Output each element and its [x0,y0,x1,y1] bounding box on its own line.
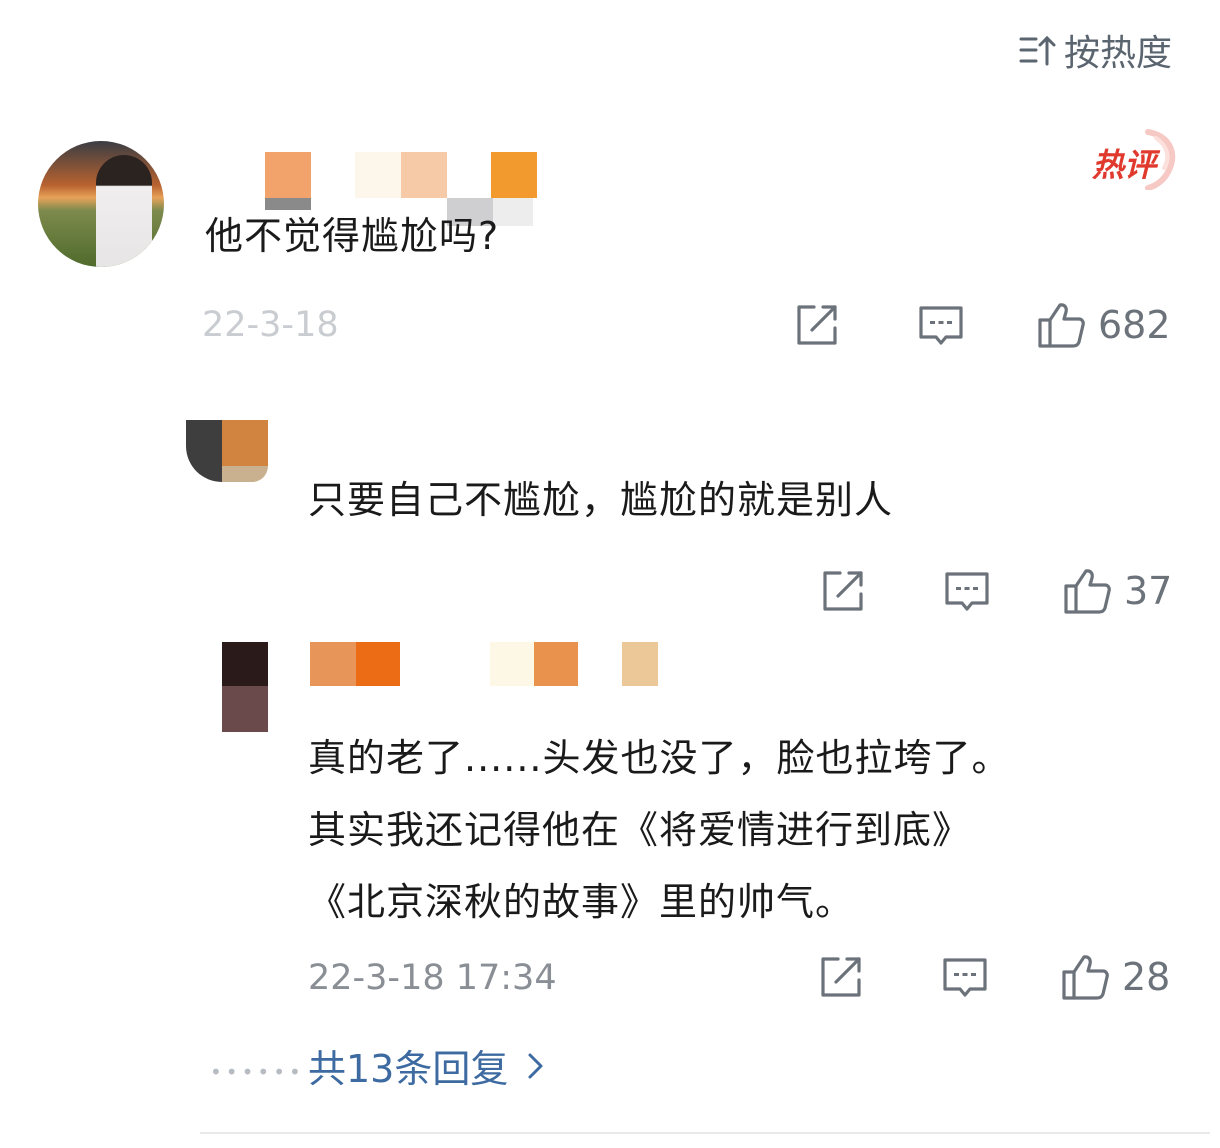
reply-time: 22-3-18 17:34 [308,958,557,998]
share-icon [821,957,861,997]
avatar[interactable] [38,141,164,267]
reply-avatar[interactable] [186,420,268,482]
username-redacted[interactable] [310,642,670,692]
reply-avatar[interactable] [222,642,268,732]
share-button[interactable] [790,300,844,350]
sort-icon [1019,35,1056,66]
thread-dots: •••••• [210,1060,305,1084]
reply-text-line: 其实我还记得他在《将爱情进行到底》 [308,808,972,852]
hot-comment-badge: 热评 [1091,129,1176,190]
reply-button[interactable] [940,566,994,616]
more-replies-label: 共13条回复 [308,1047,509,1091]
like-count: 37 [1124,569,1173,613]
share-icon [823,571,863,611]
reply-actions: 37 [816,566,1172,616]
hot-badge-label: 热评 [1091,146,1161,184]
share-button[interactable] [816,566,870,616]
sort-label: 按热度 [1064,33,1173,74]
divider [200,1132,1210,1134]
reply-button[interactable] [914,300,968,350]
like-count: 682 [1098,303,1171,347]
like-count: 28 [1122,955,1171,999]
share-button[interactable] [814,952,868,1002]
comment-time: 22-3-18 [202,305,339,345]
view-more-replies-link[interactable]: 共13条回复 [308,1038,546,1093]
reply-button[interactable] [938,952,992,1002]
like-button[interactable]: 28 [1060,952,1170,1002]
like-button[interactable]: 37 [1062,566,1172,616]
comment-icon [945,572,989,611]
thumbs-up-icon [1038,303,1085,348]
sort-by-hot-button[interactable]: 按热度 [1018,28,1172,74]
thumbs-up-icon [1062,955,1109,1000]
thumbs-up-icon [1064,569,1111,614]
reply-text-line: 《北京深秋的故事》里的帅气。 [308,880,855,924]
chevron-right-icon [528,1053,543,1078]
comment-actions: 682 [790,300,1171,350]
comment-icon [943,958,987,997]
reply-text-block: 真的老了......头发也没了，脸也拉垮了。 其实我还记得他在《将爱情进行到底》… [308,722,1010,938]
like-button[interactable]: 682 [1036,300,1171,350]
share-icon [797,305,837,345]
reply-actions: 28 [814,952,1170,1002]
comment-icon [919,306,963,345]
comment-text: 他不觉得尴尬吗? [205,214,500,258]
reply-text: 只要自己不尴尬，尴尬的就是别人 [308,478,894,522]
reply-text-line: 真的老了......头发也没了，脸也拉垮了。 [308,736,1011,780]
